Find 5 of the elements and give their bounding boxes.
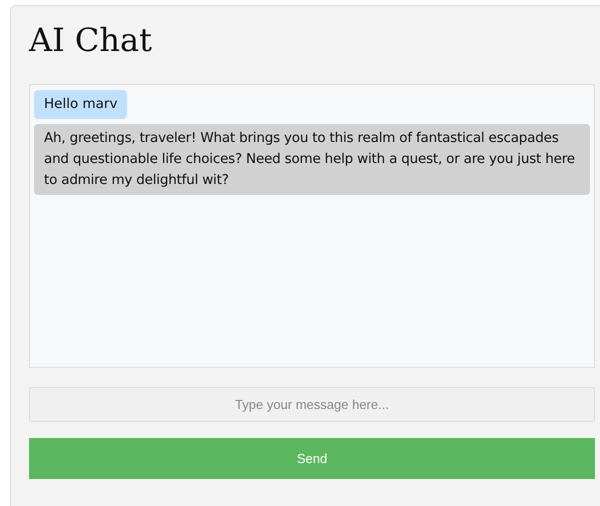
send-button[interactable]: Send xyxy=(29,438,595,479)
message-input[interactable]: Type your message here... xyxy=(29,387,595,422)
user-message: Hello marv xyxy=(34,90,128,119)
assistant-message: Ah, greetings, traveler! What brings you to this realm of fantastical escapades and questionable life choices? Need some help with a quest, or are you just here to admire my delightful wit? xyxy=(34,124,590,195)
page-title: AI Chat xyxy=(29,20,153,61)
